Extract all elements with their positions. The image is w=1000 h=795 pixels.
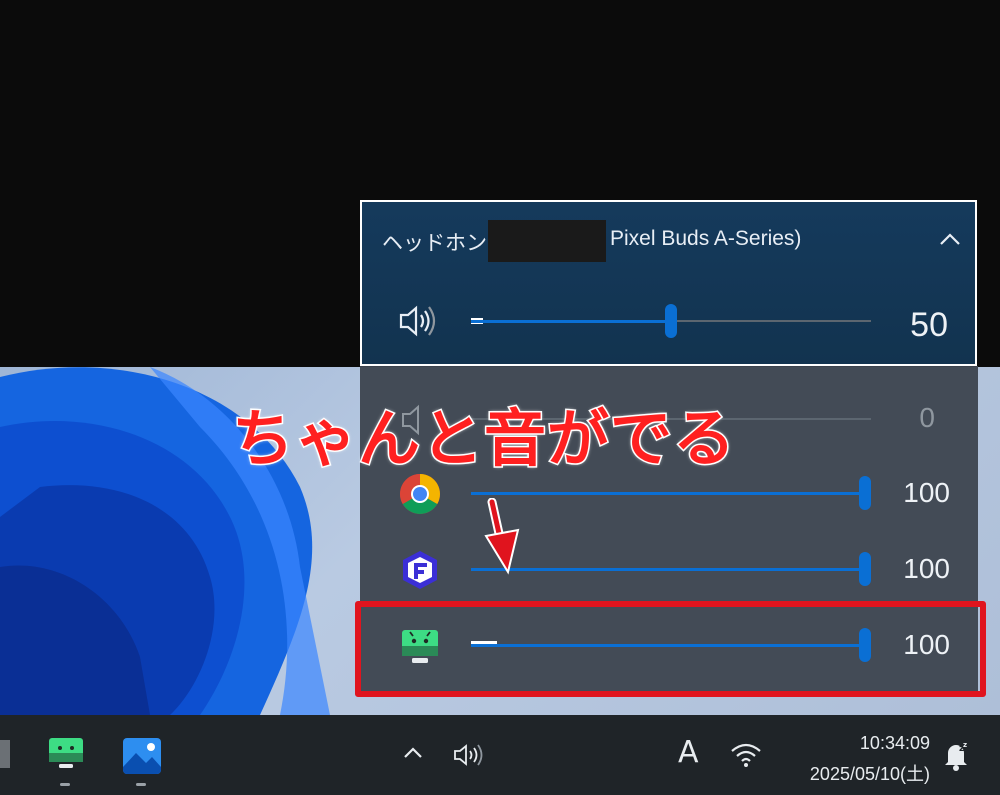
floorp-volume-fill <box>471 568 866 571</box>
running-indicator <box>136 783 146 786</box>
chrome-volume-value: 100 <box>903 477 950 508</box>
highlight-box <box>355 601 986 697</box>
clock-time[interactable]: 10:34:09 <box>790 733 930 754</box>
device-name-model: Pixel Buds A-Series) <box>610 227 802 250</box>
notification-bell-icon[interactable]: z z <box>942 740 970 772</box>
device-name-prefix: ヘッドホン ( <box>382 232 500 255</box>
master-volume-fill <box>471 320 671 323</box>
android-subsystem-icon[interactable] <box>46 736 86 774</box>
floorp-icon[interactable] <box>398 548 442 592</box>
system-sounds-value: 0 <box>919 402 935 433</box>
floorp-volume-value: 100 <box>903 553 950 584</box>
clock-date[interactable]: 2025/05/10(土) <box>770 760 930 786</box>
annotation-arrow <box>484 498 520 575</box>
ime-indicator[interactable]: A <box>678 735 699 770</box>
master-volume-thumb[interactable] <box>665 304 677 338</box>
app-volume-row: 100 <box>360 540 978 600</box>
master-volume-row: 50 <box>360 291 978 351</box>
chrome-icon[interactable] <box>398 472 442 516</box>
running-indicator <box>60 783 70 786</box>
wifi-icon[interactable] <box>730 742 762 768</box>
chevron-up-icon[interactable] <box>402 745 424 761</box>
speaker-icon[interactable] <box>396 299 440 343</box>
master-volume-value: 50 <box>910 306 948 344</box>
master-volume-rest <box>671 320 871 322</box>
svg-text:z: z <box>963 741 967 749</box>
annotation-headline: ちゃんと音がでる <box>230 404 737 476</box>
chrome-volume-fill <box>471 492 866 495</box>
redacted-block <box>488 220 606 262</box>
chevron-up-icon[interactable] <box>938 230 962 248</box>
taskbar-app-partial[interactable] <box>0 740 10 768</box>
speaker-icon[interactable] <box>452 741 484 769</box>
photos-icon[interactable] <box>122 737 162 775</box>
